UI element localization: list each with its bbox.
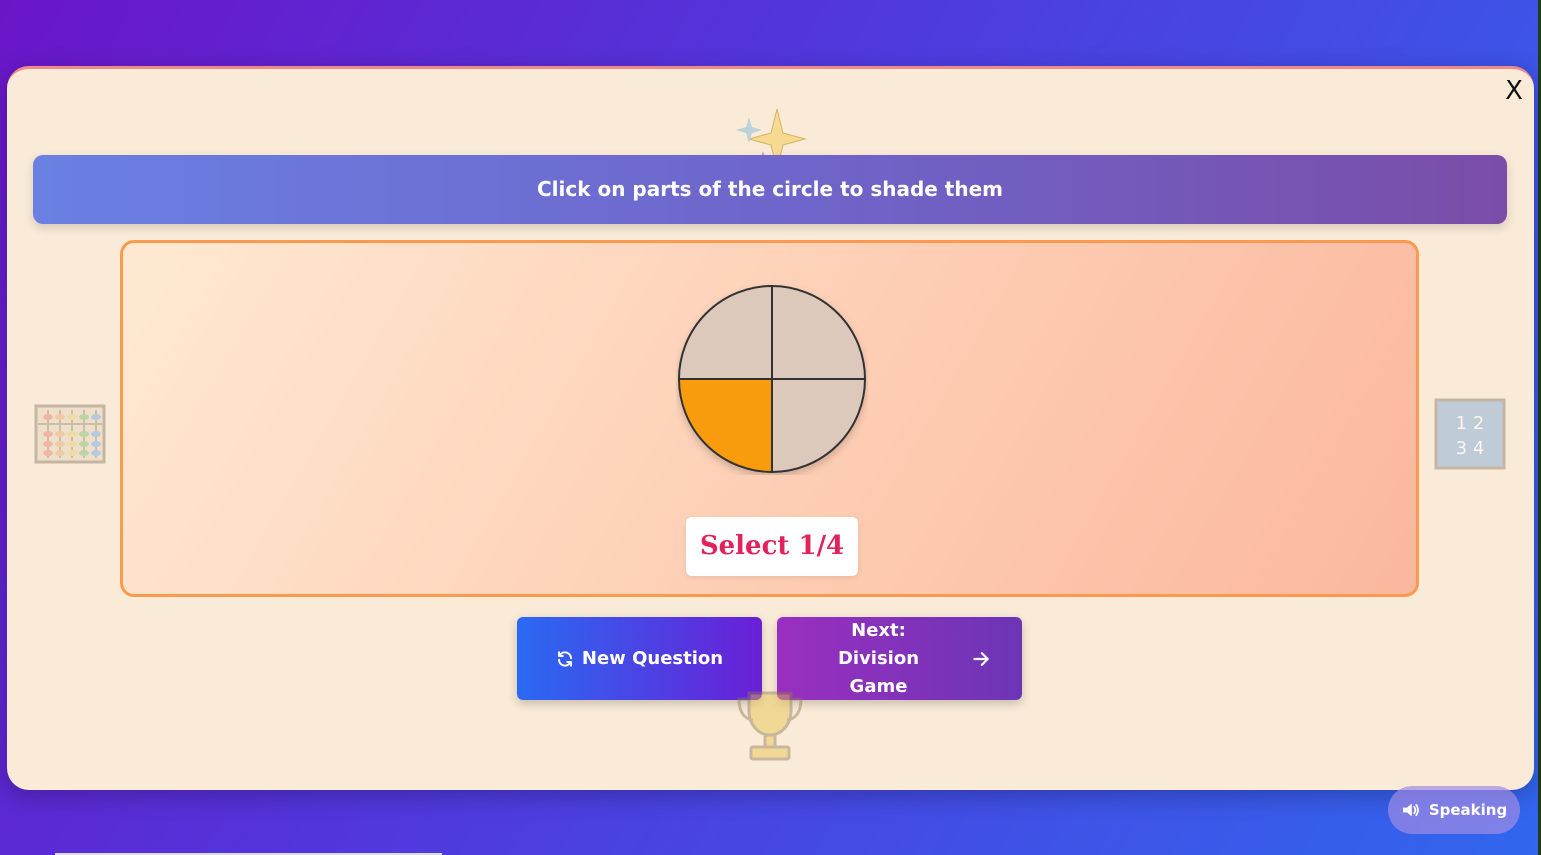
circle-slice-1[interactable]	[771, 284, 867, 380]
number-blocks-icon: 1 2 3 4	[1434, 398, 1506, 470]
fraction-game-modal: X Click on parts of the circle to shade …	[7, 66, 1534, 790]
close-button[interactable]: X	[1502, 77, 1526, 105]
target-fraction-badge: Select 1/4	[686, 517, 858, 576]
fraction-play-area: Select 1/4	[120, 240, 1419, 597]
speaker-icon	[1402, 803, 1419, 817]
instruction-text: Click on parts of the circle to shade th…	[536, 177, 1004, 201]
next-division-game-button[interactable]: Next: Division Game	[777, 617, 1022, 700]
speaking-indicator-button[interactable]: Speaking	[1388, 786, 1520, 834]
arrow-right-icon	[972, 651, 989, 666]
refresh-icon	[557, 650, 572, 667]
fraction-circle	[677, 284, 867, 474]
instruction-banner: Click on parts of the circle to shade th…	[33, 155, 1507, 224]
new-question-label: New Question	[581, 648, 724, 669]
speaking-label: Speaking	[1428, 801, 1508, 819]
circle-slice-4[interactable]	[677, 284, 773, 380]
circle-slice-2[interactable]	[771, 378, 867, 474]
target-fraction-text: Select 1/4	[699, 531, 845, 561]
number-row-1: 1 2	[1456, 413, 1485, 434]
number-row-2: 3 4	[1456, 438, 1485, 459]
new-question-button[interactable]: New Question	[517, 617, 762, 700]
abacus-icon	[34, 404, 106, 464]
circle-slice-3[interactable]	[677, 378, 773, 474]
next-button-label: Next: Division Game	[809, 617, 949, 701]
trophy-icon	[737, 691, 803, 761]
next-label-line2: Game	[849, 675, 908, 697]
next-label-line1: Next: Division	[837, 619, 920, 669]
